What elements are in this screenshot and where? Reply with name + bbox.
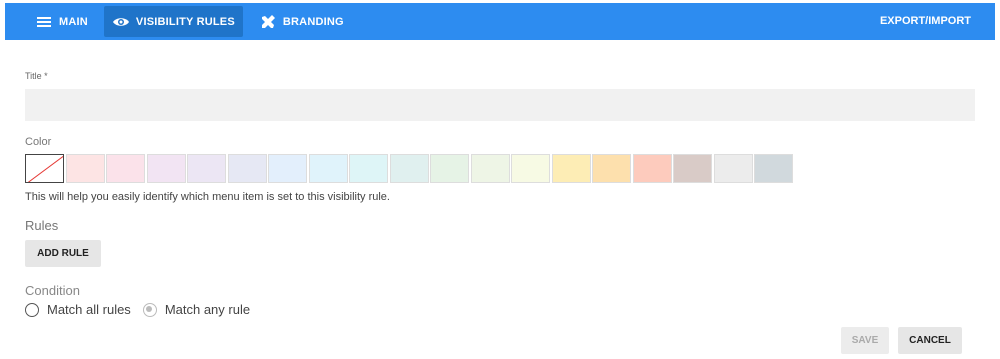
hamburger-icon (35, 13, 53, 31)
color-swatch[interactable] (308, 154, 348, 183)
color-swatch[interactable] (632, 154, 672, 183)
tab-main-label: MAIN (59, 15, 88, 28)
add-rule-button[interactable]: ADD RULE (25, 240, 101, 267)
condition-radio-group: Match all rules Match any rule (25, 302, 262, 317)
color-swatch[interactable] (227, 154, 267, 183)
top-navigation-bar: MAIN VISIBILITY RULES BRANDING EXPORT/IM… (5, 3, 995, 40)
color-swatch[interactable] (754, 154, 793, 183)
tab-visibility-rules-label: VISIBILITY RULES (135, 15, 235, 28)
color-swatch[interactable] (106, 154, 145, 183)
tab-visibility-rules[interactable]: VISIBILITY RULES (103, 6, 243, 37)
title-input[interactable] (25, 89, 975, 121)
color-swatch[interactable] (146, 154, 186, 183)
radio-match-all-rules[interactable]: Match all rules (25, 302, 131, 317)
radio-match-any-rule[interactable]: Match any rule (142, 302, 251, 317)
color-swatch[interactable] (470, 154, 510, 183)
color-swatch[interactable] (430, 154, 469, 183)
color-swatch[interactable] (389, 154, 429, 183)
rules-label: Rules (25, 218, 59, 233)
color-swatch[interactable] (511, 154, 550, 183)
visibility-rule-editor: MAIN VISIBILITY RULES BRANDING EXPORT/IM… (5, 3, 995, 359)
color-swatch[interactable] (551, 154, 591, 183)
no-color-slash-icon (27, 155, 63, 182)
tools-icon (259, 13, 277, 31)
radio-match-any-label: Match any rule (164, 302, 251, 317)
color-swatch[interactable] (349, 154, 388, 183)
condition-label: Condition (25, 283, 80, 298)
radio-match-all-label: Match all rules (47, 302, 131, 317)
color-swatch[interactable] (673, 154, 712, 183)
color-swatch[interactable] (268, 154, 307, 183)
color-swatch[interactable] (187, 154, 226, 183)
export-import-button[interactable]: EXPORT/IMPORT (880, 15, 971, 27)
eye-icon (112, 13, 130, 31)
color-swatch-picker (25, 154, 795, 183)
radio-circle (142, 302, 157, 317)
color-swatch[interactable] (713, 154, 753, 183)
color-swatch[interactable] (592, 154, 631, 183)
color-swatch[interactable] (65, 154, 105, 183)
color-label: Color (25, 136, 52, 148)
color-helper-text: This will help you easily identify which… (25, 191, 390, 203)
cancel-button[interactable]: CANCEL (898, 327, 962, 354)
tab-branding-label: BRANDING (282, 15, 344, 28)
save-button[interactable]: SAVE (841, 327, 889, 354)
title-label: Title * (25, 71, 48, 81)
tab-main[interactable]: MAIN (27, 6, 96, 37)
tab-branding[interactable]: BRANDING (251, 6, 352, 37)
radio-circle (25, 302, 39, 317)
color-swatch-none[interactable] (25, 154, 64, 183)
